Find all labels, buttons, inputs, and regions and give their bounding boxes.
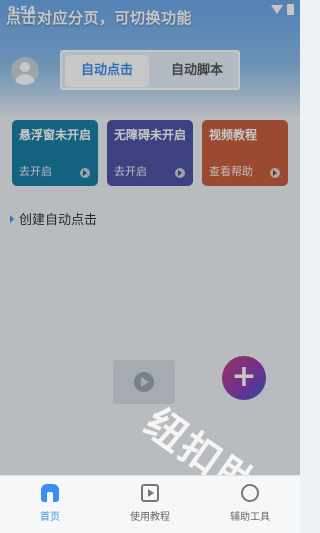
chevron-right-icon	[80, 168, 90, 178]
card-action: 去开启	[19, 165, 52, 178]
card-accessibility[interactable]: 无障碍未开启 去开启	[107, 120, 193, 186]
nav-item-tutorial[interactable]: 使用教程	[110, 484, 190, 523]
section-title: 创建自动点击	[10, 209, 97, 228]
nav-item-label: 使用教程	[130, 512, 170, 523]
card-action: 去开启	[114, 165, 147, 178]
card-title: 悬浮窗未开启	[19, 128, 92, 142]
chevron-right-icon	[175, 168, 185, 178]
chevron-right-icon	[270, 168, 280, 178]
avatar-body	[15, 74, 35, 85]
card-title: 视频教程	[209, 128, 258, 142]
card-title: 无障碍未开启	[114, 128, 187, 142]
status-icons	[271, 4, 294, 15]
avatar-head	[20, 62, 30, 72]
home-icon	[41, 484, 59, 502]
bottom-nav: 首页 使用教程 辅助工具	[0, 475, 300, 533]
tab-switcher: 自动点击 自动脚本	[60, 50, 240, 90]
nav-item-home[interactable]: 首页	[10, 484, 90, 523]
add-button[interactable]: +	[222, 356, 266, 400]
card-video-tutorial[interactable]: 视频教程 查看帮助	[202, 120, 288, 186]
battery-icon	[287, 4, 294, 15]
avatar[interactable]	[11, 57, 39, 85]
card-action: 查看帮助	[209, 165, 253, 178]
tab-hint-text: 点击对应分页，可切换功能	[6, 9, 193, 27]
nav-item-label: 首页	[40, 512, 60, 523]
tab-auto-click[interactable]: 自动点击	[65, 55, 149, 87]
play-icon	[134, 372, 154, 392]
wifi-icon	[271, 5, 283, 14]
section-title-text: 创建自动点击	[19, 213, 98, 228]
nav-item-label: 辅助工具	[230, 512, 270, 523]
section-marker-icon	[10, 214, 14, 223]
card-floating-window[interactable]: 悬浮窗未开启 去开启	[12, 120, 98, 186]
tab-auto-script[interactable]: 自动脚本	[156, 55, 238, 87]
nav-item-tools[interactable]: 辅助工具	[210, 484, 290, 523]
tools-icon	[241, 484, 259, 502]
video-icon	[141, 484, 159, 502]
